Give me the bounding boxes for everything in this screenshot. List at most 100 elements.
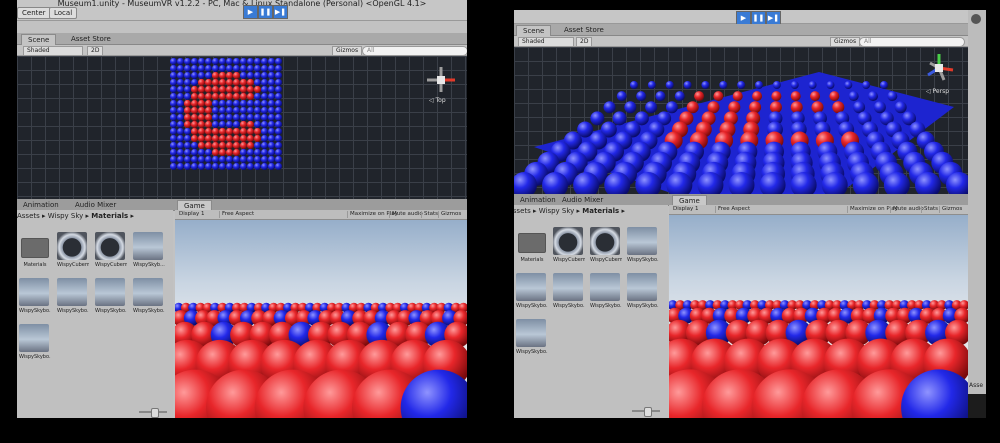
blue-sphere	[176, 162, 185, 170]
red-sphere	[218, 71, 227, 80]
tab-animation[interactable]: Animation	[17, 200, 65, 210]
folder-icon	[21, 238, 49, 258]
orientation-gizmo[interactable]	[424, 64, 458, 96]
blue-sphere	[190, 141, 199, 150]
side-panel-icon[interactable]	[971, 14, 981, 24]
blue-sphere	[246, 162, 255, 170]
blue-sphere	[232, 120, 241, 129]
asset-item[interactable]: WispySkybo...	[627, 227, 659, 263]
breadcrumb-current[interactable]: Materials	[582, 207, 619, 215]
asset-item[interactable]: WispyCubem...	[95, 232, 127, 268]
game-view[interactable]: Display 1 Free Aspect Maximize on Play M…	[175, 210, 467, 418]
blue-sphere	[176, 113, 185, 122]
orientation-gizmo[interactable]	[922, 51, 956, 83]
breadcrumb-folder[interactable]: Wispy Sky	[48, 212, 84, 220]
thumbnail-size-slider[interactable]	[139, 408, 167, 418]
red-sphere	[190, 127, 199, 136]
2d-toggle[interactable]: 2D	[576, 37, 593, 47]
pause-icon[interactable]: ❚❚	[258, 5, 273, 19]
scene-search-input[interactable]: All	[859, 37, 965, 47]
asset-item[interactable]: WispySkybo...	[19, 324, 51, 360]
tab-asset-store[interactable]: Asset Store	[558, 25, 610, 35]
asset-item[interactable]: WispyCubem...	[57, 232, 89, 268]
2d-toggle[interactable]: 2D	[87, 46, 104, 56]
red-sphere	[771, 91, 782, 102]
tab-asset-store[interactable]: Asset Store	[65, 34, 117, 44]
tab-scene[interactable]: Scene	[516, 25, 552, 36]
asset-item[interactable]: WispySkybo...	[95, 278, 127, 314]
step-icon[interactable]: ▶❚	[766, 11, 781, 25]
asset-item[interactable]: WispyCubem...	[590, 227, 622, 263]
asset-item[interactable]: WispySkybo...	[19, 278, 51, 314]
blue-sphere	[183, 78, 192, 87]
blue-sphere	[183, 148, 192, 157]
red-sphere	[204, 134, 213, 143]
red-sphere	[246, 92, 255, 101]
asset-item[interactable]: WispySkybo...	[553, 273, 585, 309]
asset-item[interactable]: WispySkybo...	[590, 273, 622, 309]
red-sphere	[225, 78, 234, 87]
asset-item[interactable]: WispySkyb...	[133, 232, 165, 268]
breadcrumb-current[interactable]: Materials	[91, 212, 128, 220]
scene-search-input[interactable]: All	[362, 46, 467, 56]
asset-item[interactable]: Materials	[516, 227, 548, 263]
thumbnail-size-slider[interactable]	[632, 407, 660, 417]
blue-sphere	[204, 148, 213, 157]
blue-sphere	[267, 120, 276, 129]
blue-sphere	[894, 101, 907, 114]
breadcrumb-root[interactable]: Assets	[17, 212, 40, 220]
blue-sphere	[260, 85, 269, 94]
shading-mode-dropdown[interactable]: Shaded	[518, 37, 574, 47]
breadcrumb-folder[interactable]: Wispy Sky	[539, 207, 575, 215]
blue-sphere	[267, 92, 276, 101]
main-toolbar: Museum1.unity - MuseumVR v1.2.2 - PC, Ma…	[17, 0, 467, 21]
pivot-local-button[interactable]: Local	[49, 7, 78, 19]
blue-sphere	[590, 111, 605, 126]
pivot-center-button[interactable]: Center	[17, 7, 51, 19]
pause-icon[interactable]: ❚❚	[751, 11, 766, 25]
blue-sphere	[260, 113, 269, 122]
tab-audio-mixer[interactable]: Audio Mixer	[69, 200, 122, 210]
blue-sphere	[701, 81, 710, 89]
asset-item[interactable]: WispySkybo...	[627, 273, 659, 309]
asset-item[interactable]: WispySkybo...	[133, 278, 165, 314]
blue-sphere	[232, 58, 241, 66]
play-icon[interactable]: ▶	[736, 11, 751, 25]
asset-item[interactable]: Materials	[19, 232, 51, 268]
scene-view-perspective[interactable]: ◁ Persp	[514, 47, 968, 194]
blue-sphere	[170, 141, 178, 150]
scene-view-top[interactable]: ◁ Top	[17, 56, 467, 199]
skybox-thumbnail	[590, 273, 620, 301]
blue-sphere	[274, 127, 282, 136]
blue-sphere	[225, 113, 234, 122]
blue-sphere	[176, 106, 185, 115]
tab-audio-mixer[interactable]: Audio Mixer	[556, 195, 609, 205]
gizmos-dropdown[interactable]: Gizmos	[332, 46, 363, 56]
blue-sphere	[260, 58, 269, 66]
red-sphere	[197, 134, 206, 143]
blue-sphere	[218, 120, 227, 129]
tab-scene[interactable]: Scene	[21, 34, 57, 45]
blue-sphere	[211, 106, 220, 115]
red-sphere	[211, 85, 220, 94]
blue-sphere	[204, 71, 213, 80]
gizmos-dropdown[interactable]: Gizmos	[830, 37, 861, 47]
red-sphere	[211, 92, 220, 101]
play-icon[interactable]: ▶	[243, 5, 258, 19]
asset-item[interactable]: WispySkybo...	[57, 278, 89, 314]
tab-animation[interactable]: Animation	[514, 195, 562, 205]
breadcrumb-root[interactable]: Assets	[514, 207, 531, 215]
asset-item[interactable]: WispyCubem...	[553, 227, 585, 263]
asset-item[interactable]: WispySkybo...	[516, 273, 548, 309]
window-title: Museum1.unity - MuseumVR v1.2.2 - PC, Ma…	[57, 0, 427, 8]
blue-sphere	[190, 64, 199, 73]
blue-sphere	[624, 101, 637, 114]
step-icon[interactable]: ▶❚	[273, 5, 288, 19]
blue-sphere	[862, 81, 871, 89]
asset-item[interactable]: WispySkybo...	[516, 319, 548, 355]
right-unity-window: ▶ ❚❚ ▶❚ Scene Asset Store Shaded 2D Gizm…	[514, 10, 968, 418]
shading-mode-dropdown[interactable]: Shaded	[23, 46, 83, 56]
red-sphere	[190, 85, 199, 94]
skybox-thumbnail	[627, 273, 657, 301]
game-view[interactable]: Display 1 Free Aspect Maximize on Play M…	[669, 205, 968, 418]
